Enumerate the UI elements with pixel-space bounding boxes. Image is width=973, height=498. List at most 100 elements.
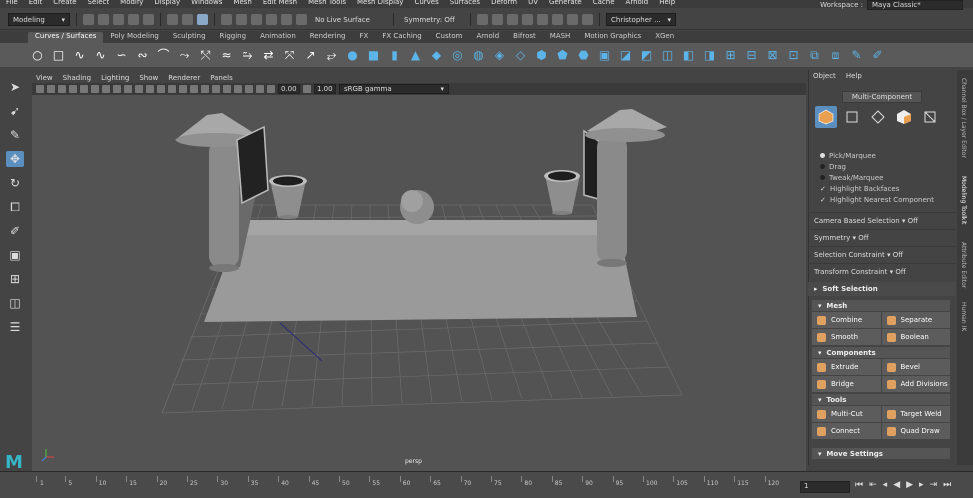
- shelf-tab-motion-graphics[interactable]: Motion Graphics: [577, 32, 648, 43]
- ambient-occlusion-icon[interactable]: [223, 85, 231, 93]
- menu-edit-mesh[interactable]: Edit Mesh: [263, 0, 297, 6]
- paint-select-tool-icon[interactable]: ✎: [6, 127, 24, 143]
- menu-surfaces[interactable]: Surfaces: [450, 0, 480, 6]
- gamma-field[interactable]: 1.00: [314, 84, 336, 94]
- make-live-icon[interactable]: [296, 14, 307, 25]
- separate-button[interactable]: Separate: [881, 312, 950, 328]
- fillet-curve-icon[interactable]: ⥂: [324, 48, 339, 63]
- trim-icon[interactable]: ◧: [681, 48, 696, 63]
- menu-display[interactable]: Display: [154, 0, 180, 6]
- circle-curve-icon[interactable]: ○: [30, 48, 45, 63]
- select-tool-icon[interactable]: ➤: [6, 79, 24, 95]
- move-settings-header[interactable]: ▾ Move Settings: [812, 448, 950, 459]
- detach-surfaces-icon[interactable]: ⊟: [744, 48, 759, 63]
- last-tool-icon[interactable]: ✐: [6, 223, 24, 239]
- nurbs-torus-icon[interactable]: ◎: [450, 48, 465, 63]
- bezier-curve-icon[interactable]: ∾: [135, 48, 150, 63]
- viewport-menu-view[interactable]: View: [36, 74, 53, 82]
- select-object-icon[interactable]: [182, 14, 193, 25]
- boundary-icon[interactable]: ⬣: [576, 48, 591, 63]
- loft-icon[interactable]: ◈: [492, 48, 507, 63]
- hypershade-icon[interactable]: [537, 14, 548, 25]
- menu-modify[interactable]: Modify: [120, 0, 143, 6]
- new-scene-icon[interactable]: [83, 14, 94, 25]
- section-header-mesh[interactable]: ▾ Mesh: [812, 300, 950, 311]
- play-forward-icon[interactable]: ▶: [906, 480, 913, 490]
- shelf-tab-custom[interactable]: Custom: [429, 32, 470, 43]
- step-forward-key-icon[interactable]: ⇥: [930, 480, 938, 490]
- add-divisions-button[interactable]: Add Divisions: [881, 376, 950, 392]
- safe-title-icon[interactable]: [146, 85, 154, 93]
- viewport-menu-show[interactable]: Show: [139, 74, 158, 82]
- menu-generate[interactable]: Generate: [549, 0, 582, 6]
- textured-icon[interactable]: [190, 85, 198, 93]
- shelf-tab-animation[interactable]: Animation: [253, 32, 303, 43]
- menu-mesh-tools[interactable]: Mesh Tools: [308, 0, 346, 6]
- face-mode-icon[interactable]: [893, 106, 915, 128]
- surface-edit-icon[interactable]: ✐: [870, 48, 885, 63]
- arc-curve-icon[interactable]: ⌒: [156, 48, 171, 63]
- square-curve-icon[interactable]: □: [51, 48, 66, 63]
- bevel-button[interactable]: Bevel: [881, 359, 950, 375]
- selection-constraint-row[interactable]: Selection Constraint ▾ Off: [808, 246, 956, 263]
- select-camera-icon[interactable]: [36, 85, 44, 93]
- shelf-tab-curves-surfaces[interactable]: Curves / Surfaces: [28, 32, 104, 43]
- bridge-button[interactable]: Bridge: [812, 376, 881, 392]
- wireframe-icon[interactable]: [157, 85, 165, 93]
- cv-curve-icon[interactable]: ∿: [72, 48, 87, 63]
- nurbs-sphere-icon[interactable]: ●: [345, 48, 360, 63]
- xray-icon[interactable]: [256, 85, 264, 93]
- channel-box-tab[interactable]: Channel Box / Layer Editor: [960, 78, 967, 158]
- untrim-icon[interactable]: ◨: [702, 48, 717, 63]
- render-icon[interactable]: [492, 14, 503, 25]
- anti-aliasing-icon[interactable]: [234, 85, 242, 93]
- user-account-dropdown[interactable]: Christopher ... ▾: [606, 13, 676, 26]
- menu-uv[interactable]: UV: [528, 0, 538, 6]
- step-back-icon[interactable]: ◂: [883, 480, 888, 490]
- scale-tool-icon[interactable]: ⧠: [6, 199, 24, 215]
- extend-curve-icon[interactable]: ↗: [303, 48, 318, 63]
- transform-constraint-row[interactable]: Transform Constraint ▾ Off: [808, 263, 956, 280]
- nurbs-cone-icon[interactable]: ▲: [408, 48, 423, 63]
- attribute-editor-tab[interactable]: Attribute Editor: [960, 242, 967, 288]
- shadows-icon[interactable]: [212, 85, 220, 93]
- vertex-mode-icon[interactable]: [841, 106, 863, 128]
- symmetry-label[interactable]: Symmetry: Off: [404, 16, 464, 24]
- viewport-menu-renderer[interactable]: Renderer: [168, 74, 200, 82]
- menu-cache[interactable]: Cache: [593, 0, 615, 6]
- menu-edit[interactable]: Edit: [29, 0, 43, 6]
- ipr-render-icon[interactable]: [507, 14, 518, 25]
- two-view-layout-icon[interactable]: ◫: [6, 295, 24, 311]
- gate-mask-icon[interactable]: [113, 85, 121, 93]
- film-gate-icon[interactable]: [91, 85, 99, 93]
- menu-select[interactable]: Select: [88, 0, 110, 6]
- menu-deform[interactable]: Deform: [491, 0, 517, 6]
- play-backward-icon[interactable]: ◀: [893, 480, 900, 490]
- planar-icon[interactable]: ◇: [513, 48, 528, 63]
- select-hierarchy-icon[interactable]: [167, 14, 178, 25]
- multi-component-button[interactable]: Multi-Component: [842, 91, 922, 103]
- shelf-tab-xgen[interactable]: XGen: [648, 32, 681, 43]
- safe-action-icon[interactable]: [135, 85, 143, 93]
- pencil-curve-icon[interactable]: ∽: [114, 48, 129, 63]
- menu-file[interactable]: File: [6, 0, 18, 6]
- single-perspective-layout-icon[interactable]: ▣: [6, 247, 24, 263]
- square-surface-icon[interactable]: ▣: [597, 48, 612, 63]
- insert-isoparm-icon[interactable]: ⊡: [786, 48, 801, 63]
- menu-curves[interactable]: Curves: [414, 0, 438, 6]
- sculpt-surface-icon[interactable]: ✎: [849, 48, 864, 63]
- attach-surfaces-icon[interactable]: ⊞: [723, 48, 738, 63]
- select-component-icon[interactable]: [197, 14, 208, 25]
- edge-mode-icon[interactable]: [867, 106, 889, 128]
- birail-icon[interactable]: ⬟: [555, 48, 570, 63]
- outliner-icon[interactable]: [582, 14, 593, 25]
- shelf-tab-fx-caching[interactable]: FX Caching: [375, 32, 428, 43]
- snap-curve-icon[interactable]: [236, 14, 247, 25]
- arnold-render-icon[interactable]: [552, 14, 563, 25]
- extrude-button[interactable]: Extrude: [812, 359, 881, 375]
- outliner-layout-icon[interactable]: ☰: [6, 319, 24, 335]
- extend-surface-icon[interactable]: ⧉: [807, 48, 822, 63]
- shelf-tab-bifrost[interactable]: Bifrost: [506, 32, 543, 43]
- revolve-icon[interactable]: ◍: [471, 48, 486, 63]
- object-mode-icon[interactable]: [815, 106, 837, 128]
